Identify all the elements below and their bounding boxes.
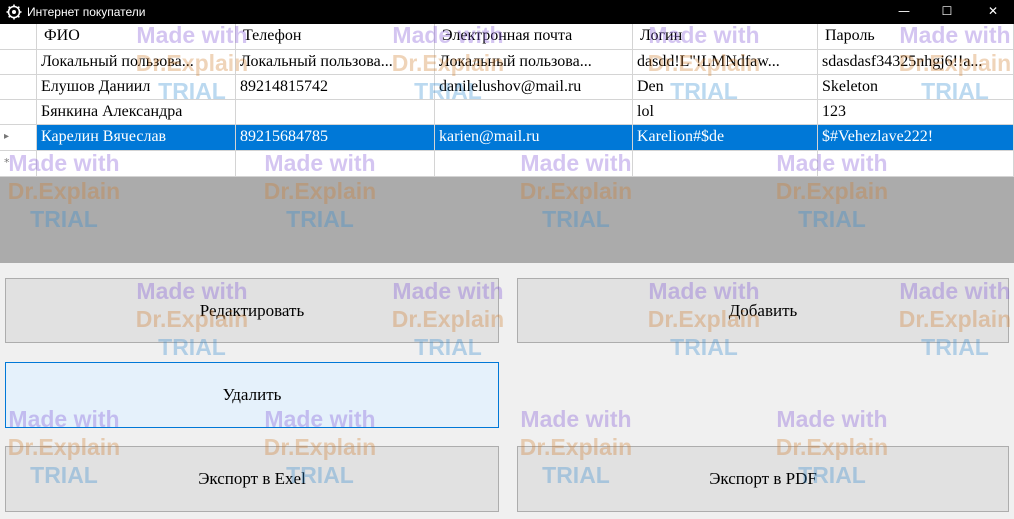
grid-empty-area: [0, 177, 1014, 263]
table-cell-selected[interactable]: Karelion#$de: [633, 125, 818, 151]
current-row-arrow-icon: ▸: [4, 131, 10, 142]
new-row-cell[interactable]: [818, 151, 1014, 177]
column-header-fio[interactable]: ФИО: [37, 24, 236, 50]
row-header-new[interactable]: *: [0, 151, 37, 177]
table-cell[interactable]: dasdd!L"!LMNdfaw...: [633, 50, 818, 75]
table-cell[interactable]: Елушов Даниил: [37, 75, 236, 100]
row-header[interactable]: [0, 75, 37, 100]
row-header[interactable]: [0, 100, 37, 125]
watermark-line: Made with: [776, 406, 888, 432]
maximize-icon: ☐: [941, 4, 953, 18]
close-icon: ✕: [987, 4, 999, 18]
new-row-cell[interactable]: [236, 151, 435, 177]
table-cell[interactable]: lol: [633, 100, 818, 125]
minimize-button[interactable]: —: [881, 0, 927, 24]
table-cell-selected[interactable]: karien@mail.ru: [435, 125, 633, 151]
table-cell[interactable]: sdasdasf34325nhgj6!!a...: [818, 50, 1014, 75]
table-cell[interactable]: Локальный пользова...: [435, 50, 633, 75]
new-row-cell[interactable]: [435, 151, 633, 177]
column-header-phone[interactable]: Телефон: [236, 24, 435, 50]
new-row-cell[interactable]: [37, 151, 236, 177]
edit-button[interactable]: Редактировать: [5, 278, 499, 343]
table-cell[interactable]: [435, 100, 633, 125]
column-header-login[interactable]: Логин: [633, 24, 818, 50]
watermark-line: Made with: [520, 406, 632, 432]
new-row-asterisk-icon: *: [4, 156, 10, 169]
table-cell[interactable]: Локальный пользова...: [37, 50, 236, 75]
table-cell[interactable]: Бянкина Александра: [37, 100, 236, 125]
add-button[interactable]: Добавить: [517, 278, 1009, 343]
close-button[interactable]: ✕: [970, 0, 1014, 24]
table-cell[interactable]: danilelushov@mail.ru: [435, 75, 633, 100]
table-cell-selected[interactable]: Карелин Вячеслав: [37, 125, 236, 151]
table-cell[interactable]: [236, 100, 435, 125]
customers-grid[interactable]: ФИО Телефон Электронная почта Логин Паро…: [0, 24, 1014, 177]
title-bar: Интернет покупатели — ☐ ✕: [0, 0, 1014, 24]
export-excel-button[interactable]: Экспорт в Exel: [5, 446, 499, 512]
table-cell[interactable]: Skeleton: [818, 75, 1014, 100]
new-row-cell[interactable]: [633, 151, 818, 177]
minimize-icon: —: [898, 4, 910, 18]
table-cell-selected[interactable]: 89215684785: [236, 125, 435, 151]
row-header-current[interactable]: ▸: [0, 125, 37, 151]
table-cell[interactable]: 89214815742: [236, 75, 435, 100]
app-gear-icon: [6, 4, 22, 20]
column-header-password[interactable]: Пароль: [818, 24, 1014, 50]
delete-button[interactable]: Удалить: [5, 362, 499, 428]
table-cell-selected[interactable]: $#Vehezlave222!: [818, 125, 1014, 151]
grid-corner-header[interactable]: [0, 24, 37, 50]
row-header[interactable]: [0, 50, 37, 75]
table-cell[interactable]: 123: [818, 100, 1014, 125]
maximize-button[interactable]: ☐: [924, 0, 970, 24]
table-cell[interactable]: Локальный пользова...: [236, 50, 435, 75]
window-title: Интернет покупатели: [27, 5, 146, 19]
table-cell[interactable]: Den: [633, 75, 818, 100]
export-pdf-button[interactable]: Экспорт в PDF: [517, 446, 1009, 512]
column-header-email[interactable]: Электронная почта: [435, 24, 633, 50]
